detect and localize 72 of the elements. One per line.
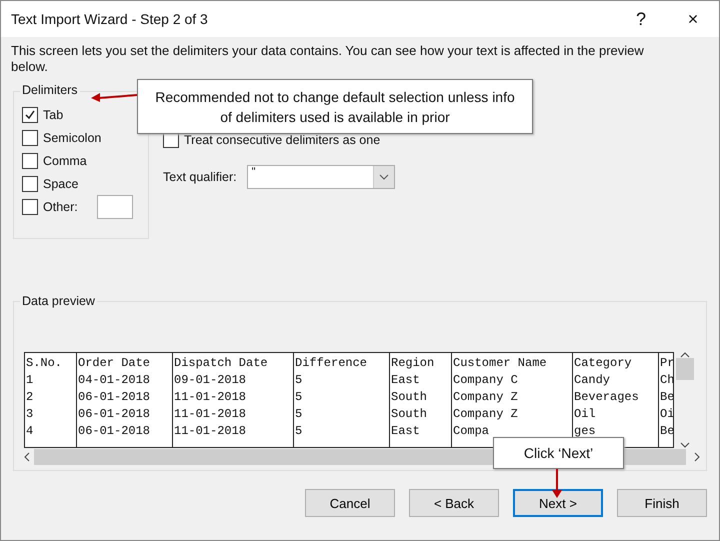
table-cell-text: 2 (25, 390, 34, 406)
table-cell-text: 3 (25, 407, 34, 423)
callout-tooltip: Recommended not to change default selection unless info of delimiters used is available in prior (137, 79, 533, 134)
table-cell-text: 06-01-2018 (77, 407, 152, 423)
group-title: Delimiters (20, 83, 80, 97)
table-cell-text: Company Z (452, 390, 519, 406)
table-cell-text: South (390, 390, 428, 406)
leader-arrow (552, 469, 562, 499)
help-button[interactable]: ? (615, 8, 667, 30)
table-cell-text: 5 (294, 424, 304, 440)
table-cell-text: 04-01-2018 (77, 373, 152, 389)
table-cell-text: East (390, 373, 421, 389)
scroll-down-icon[interactable] (680, 442, 690, 448)
table-cell-text: 4 (25, 424, 34, 440)
table-cell-text: 06-01-2018 (77, 424, 152, 440)
table-cell-text: 5 (294, 407, 304, 423)
checkbox[interactable] (22, 199, 38, 215)
table-cell-text: 5 (294, 390, 304, 406)
wizard-button[interactable]: Next > (513, 489, 603, 517)
qualifier-dropdown[interactable]: " (246, 165, 395, 189)
close-button[interactable]: × (667, 8, 719, 30)
column-header: Dispatch Date (173, 356, 269, 372)
checkbox[interactable] (22, 107, 38, 123)
table-cell-text: Oil (573, 407, 597, 423)
checkbox[interactable] (22, 153, 38, 169)
checkbox-label[interactable]: Tab (43, 108, 64, 122)
table-cell-text: Beverages (573, 390, 640, 406)
table-cell-text: 09-01-2018 (173, 373, 248, 389)
group-title: Data preview (20, 294, 97, 308)
table-cell-text: Ch (659, 373, 674, 389)
scrollbar-thumb[interactable] (676, 358, 694, 380)
checkbox-label[interactable]: Space (43, 177, 78, 191)
table-cell-text: Company Z (452, 407, 519, 423)
field-label: Text qualifier: (163, 170, 237, 184)
checkbox[interactable] (22, 176, 38, 192)
checkbox[interactable] (22, 130, 38, 146)
checkbox-label[interactable]: Other: (43, 200, 78, 214)
column-header: Pr (659, 356, 674, 372)
checkbox-label[interactable]: Comma (43, 154, 87, 168)
checkbox-label[interactable]: Treat consecutive delimiters as one (184, 133, 380, 147)
column-header: Difference (294, 356, 368, 372)
table-cell-text: Company C (452, 373, 519, 389)
callout-tooltip: Click ‘Next’ (493, 437, 624, 469)
column-header: Order Date (77, 356, 152, 372)
scroll-left-icon[interactable] (24, 452, 30, 462)
wizard-button[interactable]: < Back (409, 489, 499, 517)
column-header: S.No. (25, 356, 64, 372)
leader-arrow (89, 91, 139, 103)
column-header: Region (390, 356, 436, 372)
table-cell-text: 11-01-2018 (173, 424, 248, 440)
scroll-up-icon[interactable] (680, 352, 690, 358)
instructions-text: This screen lets you set the delimiters your data contains. You can see how your text is affected in the preview below. (11, 43, 645, 75)
window-title: Text Import Wizard - Step 2 of 3 (11, 11, 209, 27)
table-cell-text: East (390, 424, 421, 440)
checkbox-label[interactable]: Semicolon (43, 131, 102, 145)
checkmark-icon (24, 109, 36, 121)
table-cell-text: Compa (452, 424, 490, 440)
other-input-field[interactable] (96, 195, 133, 219)
table-cell-text: Candy (573, 373, 612, 389)
table-cell-text: 5 (294, 373, 304, 389)
wizard-button[interactable]: Cancel (305, 489, 395, 517)
column-header: Category (573, 356, 633, 372)
table-cell-text: 11-01-2018 (173, 407, 248, 423)
table-cell-text: ges (573, 424, 597, 440)
scroll-right-icon[interactable] (694, 452, 700, 462)
wizard-button[interactable]: Finish (617, 489, 707, 517)
chevron-down-icon (378, 174, 389, 180)
table-cell-text: South (390, 407, 428, 423)
table-cell-text: 1 (25, 373, 34, 389)
table-cell-text: 11-01-2018 (173, 390, 248, 406)
column-header: Customer Name (452, 356, 548, 372)
table-cell-text: 06-01-2018 (77, 390, 152, 406)
